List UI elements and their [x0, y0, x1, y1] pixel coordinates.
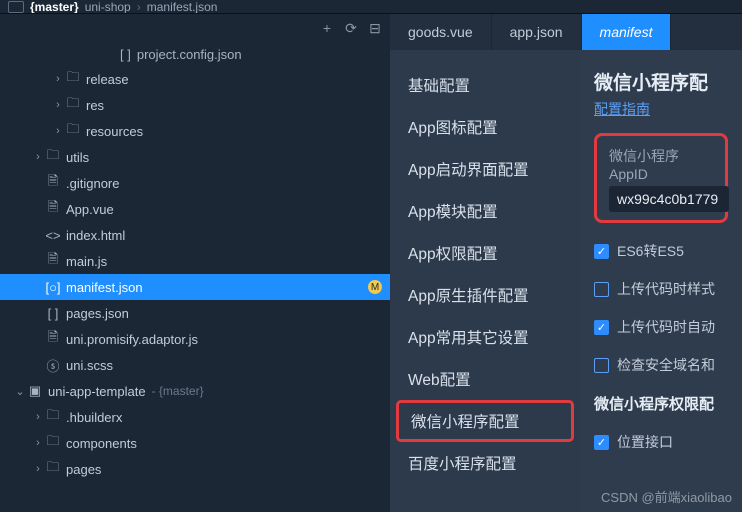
- explorer-toolbar: + ⟳ ⊟: [0, 14, 390, 42]
- nav-basic-config[interactable]: 基础配置: [390, 64, 580, 106]
- nav-web-config[interactable]: Web配置: [390, 358, 580, 400]
- file-icon: [44, 198, 62, 220]
- tab-manifest[interactable]: manifest: [582, 14, 672, 50]
- folder-components[interactable]: ›components: [0, 430, 390, 456]
- json-icon: [ ]: [44, 306, 62, 321]
- chevron-down-icon: ⌄: [14, 385, 26, 398]
- folder-res[interactable]: ›res: [0, 92, 390, 118]
- window-icon: [8, 1, 24, 13]
- folder-icon: [64, 94, 82, 116]
- project-icon: ▣: [26, 383, 44, 399]
- file-gitignore[interactable]: .gitignore: [0, 170, 390, 196]
- file-pages-json[interactable]: [ ]pages.json: [0, 300, 390, 326]
- refresh-icon[interactable]: ⟳: [344, 21, 358, 35]
- permission-section-title: 微信小程序权限配: [594, 393, 728, 414]
- option-check-domain[interactable]: 检查安全域名和: [594, 355, 728, 375]
- folder-release[interactable]: ›release: [0, 66, 390, 92]
- modified-badge: M: [368, 280, 382, 294]
- nav-app-module[interactable]: App模块配置: [390, 190, 580, 232]
- appid-input[interactable]: wx99c4c0b1779: [609, 186, 729, 212]
- chevron-right-icon: ›: [52, 125, 64, 137]
- scss-icon: ⓢ: [44, 356, 62, 375]
- checkbox-checked-icon[interactable]: [594, 244, 609, 259]
- folder-hbuilderx[interactable]: ›.hbuilderx: [0, 404, 390, 430]
- chevron-right-icon: ›: [52, 99, 64, 111]
- option-auto-upload[interactable]: 上传代码时自动: [594, 317, 728, 337]
- nav-app-permission[interactable]: App权限配置: [390, 232, 580, 274]
- file-explorer: + ⟳ ⊟ [ ] project.config.json ›release ›…: [0, 14, 390, 512]
- folder-icon: [44, 458, 62, 480]
- html-icon: <>: [44, 228, 62, 243]
- nav-app-splash[interactable]: App启动界面配置: [390, 148, 580, 190]
- chevron-right-icon: ›: [52, 73, 64, 85]
- checkbox-checked-icon[interactable]: [594, 320, 609, 335]
- breadcrumb-file: project.config.json: [137, 47, 242, 62]
- config-panel: 微信小程序配 配置指南 微信小程序AppID wx99c4c0b1779 ES6…: [580, 50, 742, 512]
- project-uni-app-template[interactable]: ⌄▣uni-app-template - {master}: [0, 378, 390, 404]
- folder-icon: [44, 432, 62, 454]
- nav-weixin-miniprogram[interactable]: 微信小程序配置: [396, 400, 574, 442]
- checkbox-icon[interactable]: [594, 282, 609, 297]
- file-tree: ›release ›res ›resources ›utils .gitigno…: [0, 66, 390, 512]
- breadcrumb-sep-icon: ›: [137, 0, 141, 14]
- folder-icon: [44, 146, 62, 168]
- folder-resources[interactable]: ›resources: [0, 118, 390, 144]
- file-icon: [44, 250, 62, 272]
- option-location-api[interactable]: 位置接口: [594, 432, 728, 452]
- json-icon: [○]: [44, 280, 62, 295]
- chevron-right-icon: ›: [32, 437, 44, 449]
- file-uni-scss[interactable]: ⓢuni.scss: [0, 352, 390, 378]
- brackets-icon: [ ]: [120, 47, 131, 62]
- chevron-right-icon: ›: [32, 151, 44, 163]
- checkbox-checked-icon[interactable]: [594, 435, 609, 450]
- editor-pane: goods.vue app.json manifest 基础配置 App图标配置…: [390, 14, 742, 512]
- collapse-icon[interactable]: ⊟: [368, 21, 382, 35]
- checkbox-icon[interactable]: [594, 358, 609, 373]
- folder-icon: [44, 406, 62, 428]
- explorer-breadcrumb[interactable]: [ ] project.config.json: [0, 42, 390, 66]
- folder-utils[interactable]: ›utils: [0, 144, 390, 170]
- file-main-js[interactable]: main.js: [0, 248, 390, 274]
- branch-indicator: {master}: [30, 0, 79, 14]
- file-icon: [44, 172, 62, 194]
- project-name: uni-shop: [85, 0, 131, 14]
- option-upload-style[interactable]: 上传代码时样式: [594, 279, 728, 299]
- file-icon: [44, 328, 62, 350]
- option-es6-to-es5[interactable]: ES6转ES5: [594, 241, 728, 261]
- chevron-right-icon: ›: [32, 411, 44, 423]
- config-guide-link[interactable]: 配置指南: [594, 99, 650, 119]
- nav-app-native-plugin[interactable]: App原生插件配置: [390, 274, 580, 316]
- nav-baidu-miniprogram[interactable]: 百度小程序配置: [390, 442, 580, 484]
- folder-icon: [64, 120, 82, 142]
- tab-goods-vue[interactable]: goods.vue: [390, 14, 492, 50]
- editor-tabs: goods.vue app.json manifest: [390, 14, 742, 50]
- title-bar: {master} uni-shop › manifest.json: [0, 0, 742, 14]
- folder-icon: [64, 68, 82, 90]
- config-side-nav: 基础配置 App图标配置 App启动界面配置 App模块配置 App权限配置 A…: [390, 50, 580, 512]
- file-promisify-adaptor[interactable]: uni.promisify.adaptor.js: [0, 326, 390, 352]
- active-file-name: manifest.json: [147, 0, 218, 14]
- folder-pages[interactable]: ›pages: [0, 456, 390, 482]
- git-branch-label: - {master}: [152, 384, 204, 398]
- nav-app-icon[interactable]: App图标配置: [390, 106, 580, 148]
- tab-app-json[interactable]: app.json: [492, 14, 582, 50]
- new-file-icon[interactable]: +: [320, 21, 334, 35]
- section-title: 微信小程序配: [594, 68, 728, 95]
- chevron-right-icon: ›: [32, 463, 44, 475]
- file-manifest-json[interactable]: [○]manifest.jsonM: [0, 274, 390, 300]
- appid-highlight-box: 微信小程序AppID wx99c4c0b1779: [594, 133, 728, 223]
- file-index-html[interactable]: <>index.html: [0, 222, 390, 248]
- nav-app-other[interactable]: App常用其它设置: [390, 316, 580, 358]
- file-app-vue[interactable]: App.vue: [0, 196, 390, 222]
- appid-label: 微信小程序AppID: [609, 146, 713, 182]
